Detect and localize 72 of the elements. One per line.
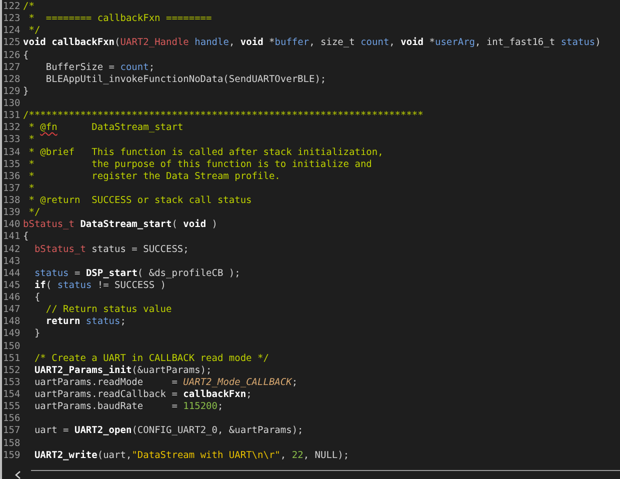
line-number: 134 <box>2 146 22 159</box>
line-number: 123 <box>2 13 22 26</box>
line-number: 158 <box>2 438 22 450</box>
code-line: BLEAppUtil_invokeFunctionNoData(SendUARTOverBLE); <box>44 74 326 86</box>
line-number: 139 <box>2 207 22 220</box>
code-line: * @brief This function is called after stack initialization, <box>28 146 384 159</box>
code-line: uartParams.readMode = UART2_Mode_CALLBACK; <box>33 376 298 389</box>
line-number: 128 <box>2 74 22 86</box>
code-line: UART2_write(uart,"DataStream with UART\n\r", 22, NULL); <box>33 450 350 462</box>
line-number: 145 <box>2 280 22 292</box>
line-number: 147 <box>2 304 22 316</box>
line-number: 157 <box>2 425 22 438</box>
code-line: BufferSize = count; <box>44 62 155 74</box>
line-number: 143 <box>2 256 22 268</box>
line-number: 137 <box>2 182 22 195</box>
line-number: 138 <box>2 195 22 208</box>
code-line: } <box>33 328 40 340</box>
code-line: * <box>28 134 34 146</box>
line-number: 122 <box>2 1 22 14</box>
code-line: uart = UART2_open(CONFIG_UART2_0, &uartParams); <box>33 425 304 438</box>
line-number: 141 <box>2 231 22 244</box>
line-number: 149 <box>2 328 22 340</box>
line-number: 136 <box>2 170 22 183</box>
line-number: 144 <box>2 268 22 280</box>
code-line: status = DSP_start( &ds_profileCB ); <box>33 268 240 280</box>
code-line: { <box>23 50 29 62</box>
line-number: 127 <box>2 62 22 74</box>
line-number: 129 <box>2 86 22 98</box>
code-line: * <box>28 182 34 195</box>
code-line: } <box>23 86 29 98</box>
line-number: 150 <box>2 340 22 353</box>
code-line: * register the Data Stream profile. <box>28 170 280 183</box>
code-line: void callbackFxn(UART2_Handle handle, void *buffer, size_t count, void *userArg, int_fast16_t status) <box>23 37 601 50</box>
line-number: 131 <box>2 110 22 122</box>
line-number: 140 <box>2 219 22 232</box>
line-number: 146 <box>2 292 22 304</box>
code-line: * ======== callbackFxn ======== <box>28 13 212 26</box>
code-line: uartParams.baudRate = 115200; <box>33 401 224 414</box>
line-number: 125 <box>2 37 22 50</box>
code-line: /* <box>23 1 34 14</box>
line-number: 142 <box>2 244 22 256</box>
code-line: bStatus_t status = SUCCESS; <box>33 244 189 256</box>
code-line: { <box>33 292 40 304</box>
line-number: 152 <box>2 364 22 377</box>
code-line: uartParams.readCallback = callbackFxn; <box>33 389 252 402</box>
code-line: UART2_Params_init(&uartParams); <box>33 364 212 377</box>
code-line: bStatus_t DataStream_start( void ) <box>23 219 218 232</box>
code-line: if( status != SUCCESS ) <box>33 280 166 292</box>
code-line: return status; <box>44 316 126 328</box>
line-number: 124 <box>2 25 22 38</box>
code-line: * @return SUCCESS or stack call status <box>28 195 252 208</box>
code-line: /* Create a UART in CALLBACK read mode */ <box>33 352 269 365</box>
code-line: * @fn DataStream_start <box>28 122 184 134</box>
code-line: */ <box>28 25 40 37</box>
line-number: 126 <box>2 50 22 62</box>
line-number: 153 <box>2 376 22 389</box>
scroll-left-icon[interactable] <box>15 470 21 478</box>
line-number: 133 <box>2 134 22 146</box>
code-line: * the purpose of this function is to initialize and <box>28 158 372 171</box>
line-number: 154 <box>2 389 22 402</box>
code-line: { <box>23 231 29 244</box>
line-number: 155 <box>2 401 22 414</box>
line-number: 159 <box>2 450 22 462</box>
code-line: /********************************************************************* <box>23 110 424 122</box>
line-number: 135 <box>2 158 22 171</box>
code-line: // Return status value <box>44 304 172 316</box>
line-number: 148 <box>2 316 22 328</box>
line-number: 130 <box>2 98 22 110</box>
line-number: 151 <box>2 352 22 365</box>
code-line: */ <box>28 207 40 220</box>
line-number: 132 <box>2 122 22 134</box>
line-number: 156 <box>2 413 22 426</box>
